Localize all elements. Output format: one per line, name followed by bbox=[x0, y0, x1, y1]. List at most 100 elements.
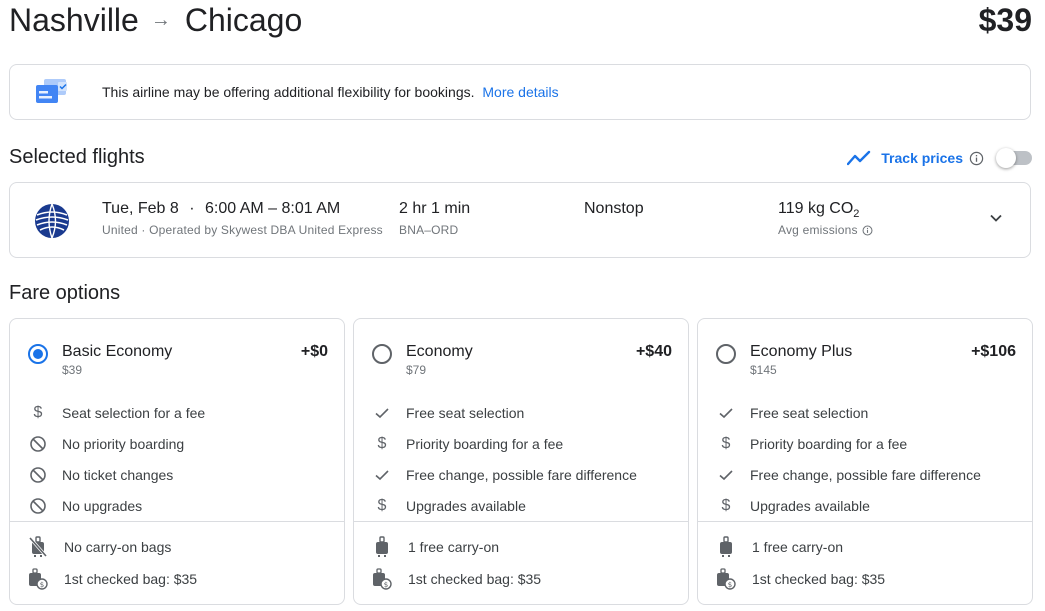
baggage-list: No carry-on bags $1st checked bag: $35 bbox=[10, 531, 344, 595]
selected-flights-heading: Selected flights bbox=[9, 146, 145, 168]
fare-base-price: $79 bbox=[406, 363, 427, 377]
baggage-item: No carry-on bags bbox=[10, 531, 344, 563]
carry-on-icon bbox=[372, 536, 392, 557]
svg-text:$: $ bbox=[40, 581, 44, 589]
fare-card-basic-economy[interactable]: Basic Economy $39 +$0 $ Seat selection for a… bbox=[9, 318, 345, 605]
baggage-text: 1st checked bag: $35 bbox=[408, 571, 542, 587]
fare-feature: $ Priority boarding for a fee bbox=[698, 428, 1032, 459]
baggage-list: 1 free carry-on $1st checked bag: $35 bbox=[354, 531, 688, 595]
fare-feature-text: Upgrades available bbox=[406, 497, 526, 514]
no-carry-on-icon bbox=[28, 536, 48, 557]
track-prices-label[interactable]: Track prices bbox=[881, 150, 963, 166]
baggage-item: 1 free carry-on bbox=[354, 531, 688, 563]
fare-feature: No upgrades bbox=[10, 490, 344, 521]
flight-duration: 2 hr 1 min bbox=[399, 200, 471, 217]
dollar-icon: $ bbox=[33, 403, 43, 421]
arrow-right-icon: → bbox=[150, 8, 171, 31]
check-icon bbox=[716, 465, 736, 485]
divider bbox=[10, 521, 344, 522]
fare-feature: Free change, possible fare difference bbox=[698, 459, 1032, 490]
total-price: $39 bbox=[978, 2, 1032, 38]
fare-base-price: $39 bbox=[62, 363, 83, 377]
fare-radio-button[interactable] bbox=[372, 344, 392, 364]
baggage-item: 1 free carry-on bbox=[698, 531, 1032, 563]
fare-features-list: $ Seat selection for a fee No priority boa… bbox=[10, 397, 344, 521]
fare-feature-text: Priority boarding for a fee bbox=[750, 435, 908, 452]
fare-features-list: Free seat selection $ Priority boarding fo… bbox=[354, 397, 688, 521]
flight-times: 6:00 AM – 8:01 AM bbox=[205, 200, 341, 217]
fare-feature-text: Free change, possible fare difference bbox=[750, 466, 981, 483]
svg-text:$: $ bbox=[384, 581, 388, 589]
baggage-text: No carry-on bags bbox=[64, 539, 172, 555]
fare-features-list: Free seat selection $ Priority boarding fo… bbox=[698, 397, 1032, 521]
stops-label: Nonstop bbox=[584, 200, 644, 217]
selected-flight-card[interactable]: Tue, Feb 8 · 6:00 AM – 8:01 AM United · … bbox=[9, 182, 1031, 258]
baggage-text: 1st checked bag: $35 bbox=[752, 571, 886, 587]
fare-feature-text: Seat selection for a fee bbox=[62, 404, 206, 421]
fare-feature-text: No priority boarding bbox=[62, 435, 185, 452]
more-details-link[interactable]: More details bbox=[482, 84, 558, 100]
fare-price-difference: +$0 bbox=[300, 343, 328, 360]
fare-radio-button[interactable] bbox=[716, 344, 736, 364]
checked-bag-fee-icon: $ bbox=[372, 568, 392, 590]
svg-text:$: $ bbox=[728, 581, 732, 589]
baggage-item: $1st checked bag: $35 bbox=[10, 563, 344, 595]
fare-feature-text: No upgrades bbox=[62, 497, 143, 514]
fare-name: Economy Plus bbox=[750, 343, 853, 360]
track-prices-control[interactable]: Track prices bbox=[847, 147, 1032, 169]
fare-feature: Free seat selection bbox=[698, 397, 1032, 428]
prohibited-icon bbox=[28, 434, 48, 454]
check-icon bbox=[372, 465, 392, 485]
check-icon bbox=[372, 403, 392, 423]
fare-feature: No ticket changes bbox=[10, 459, 344, 490]
checked-bag-fee-icon: $ bbox=[716, 568, 736, 590]
baggage-item: $1st checked bag: $35 bbox=[354, 563, 688, 595]
fare-feature-text: Free seat selection bbox=[750, 404, 869, 421]
route-title: Nashville → Chicago bbox=[9, 0, 302, 40]
fare-base-price: $145 bbox=[750, 363, 777, 377]
checked-bag-fee-icon: $ bbox=[28, 568, 48, 590]
flexible-booking-icon bbox=[34, 78, 70, 106]
dollar-icon: $ bbox=[377, 496, 387, 514]
united-logo-icon bbox=[34, 203, 70, 244]
info-icon[interactable] bbox=[969, 151, 984, 166]
fare-name: Economy bbox=[406, 343, 473, 360]
fare-name: Basic Economy bbox=[62, 343, 173, 360]
fare-feature: Free seat selection bbox=[354, 397, 688, 428]
fare-feature-text: Free change, possible fare difference bbox=[406, 466, 637, 483]
fare-feature: Free change, possible fare difference bbox=[354, 459, 688, 490]
fare-feature: $ Priority boarding for a fee bbox=[354, 428, 688, 459]
fare-feature: No priority boarding bbox=[10, 428, 344, 459]
trend-line-icon bbox=[847, 150, 871, 166]
fare-price-difference: +$40 bbox=[635, 343, 672, 360]
destination-city: Chicago bbox=[184, 1, 303, 38]
info-icon[interactable] bbox=[862, 225, 873, 236]
flight-date: Tue, Feb 8 bbox=[102, 200, 179, 217]
airline-detail: United · Operated by Skywest DBA United … bbox=[102, 223, 383, 237]
track-prices-toggle[interactable] bbox=[996, 148, 1032, 168]
fare-feature-text: No ticket changes bbox=[62, 466, 174, 483]
fare-card-economy[interactable]: Economy $79 +$40 Free seat selection $ Priori… bbox=[353, 318, 689, 605]
emissions-label: Avg emissions bbox=[778, 223, 858, 237]
baggage-text: 1 free carry-on bbox=[408, 539, 500, 555]
fare-options-heading: Fare options bbox=[9, 282, 121, 304]
fare-price-difference: +$106 bbox=[971, 343, 1016, 360]
fare-radio-button[interactable] bbox=[28, 344, 48, 364]
dollar-icon: $ bbox=[377, 434, 387, 452]
dollar-icon: $ bbox=[721, 496, 731, 514]
prohibited-icon bbox=[28, 465, 48, 485]
fare-feature-text: Free seat selection bbox=[406, 404, 525, 421]
baggage-item: $1st checked bag: $35 bbox=[698, 563, 1032, 595]
fare-card-economy-plus[interactable]: Economy Plus $145 +$106 Free seat selection… bbox=[697, 318, 1033, 605]
dollar-icon: $ bbox=[721, 434, 731, 452]
flexibility-banner: This airline may be offering additional … bbox=[9, 64, 1031, 120]
carry-on-icon bbox=[716, 536, 736, 557]
dot-separator: · bbox=[189, 200, 195, 217]
fare-feature-text: Priority boarding for a fee bbox=[406, 435, 564, 452]
chevron-down-icon[interactable] bbox=[988, 210, 1004, 231]
fare-feature: $ Seat selection for a fee bbox=[10, 397, 344, 428]
check-icon bbox=[716, 403, 736, 423]
prohibited-icon bbox=[28, 496, 48, 516]
banner-message: This airline may be offering additional … bbox=[102, 84, 475, 100]
baggage-list: 1 free carry-on $1st checked bag: $35 bbox=[698, 531, 1032, 595]
